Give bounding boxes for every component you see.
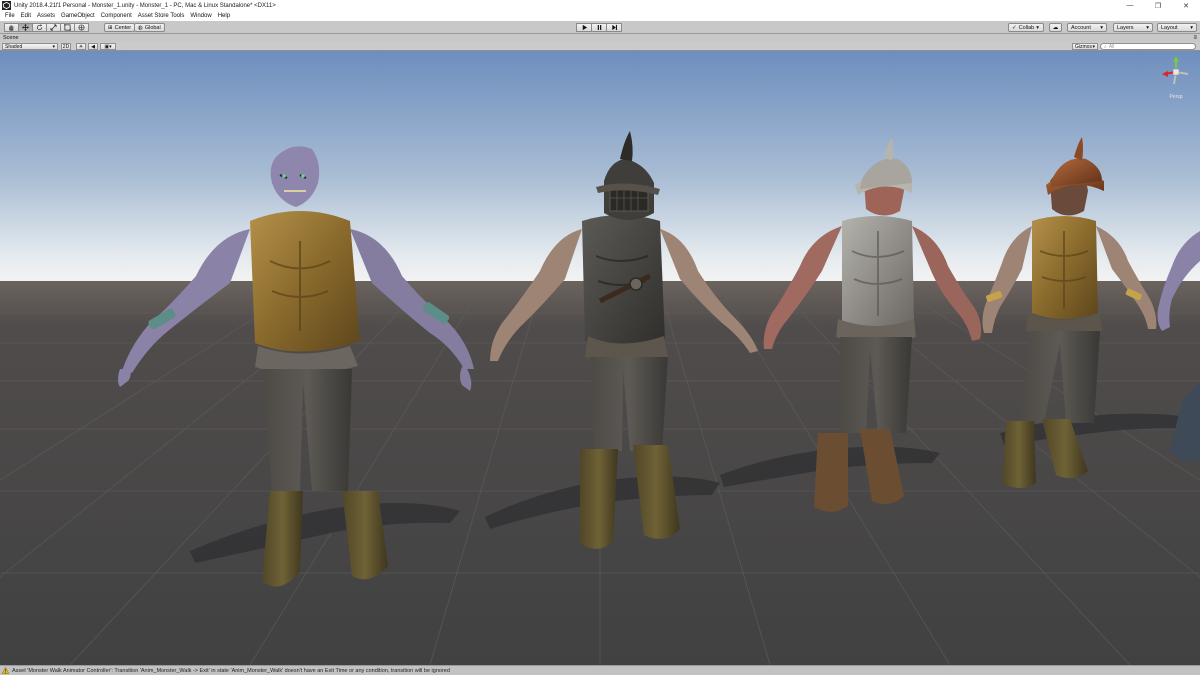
- layers-dropdown[interactable]: Layers ▾: [1113, 23, 1153, 32]
- menu-window[interactable]: Window: [187, 13, 214, 19]
- pause-button[interactable]: [591, 23, 607, 32]
- hand-tool-button[interactable]: [4, 23, 19, 32]
- image-icon: ▣▾: [104, 43, 112, 50]
- layers-label: Layers: [1117, 24, 1134, 31]
- menu-edit[interactable]: Edit: [18, 13, 34, 19]
- chevron-down-icon: ▾: [1190, 24, 1193, 31]
- menu-bar: File Edit Assets GameObject Component As…: [0, 11, 1200, 21]
- menu-gameobject[interactable]: GameObject: [58, 13, 98, 19]
- gizmos-label: Gizmos: [1075, 43, 1092, 50]
- transform-tools: [4, 23, 89, 32]
- warning-icon: [2, 667, 9, 674]
- light-icon: ☀: [78, 43, 84, 50]
- unity-logo-icon: [2, 1, 11, 10]
- account-label: Account: [1071, 24, 1091, 31]
- scale-icon: [50, 24, 57, 31]
- rotate-icon: [36, 24, 43, 31]
- pivot-center-toggle[interactable]: ⊞ Center: [104, 23, 136, 32]
- main-toolbar: ⊞ Center ◍ Global ✓ Collab ▾ ☁ Account ▾…: [0, 21, 1200, 34]
- cloud-services-button[interactable]: ☁: [1049, 23, 1062, 32]
- chevron-down-icon: ▾: [1036, 24, 1039, 31]
- menu-help[interactable]: Help: [215, 13, 233, 19]
- collab-label: Collab: [1018, 24, 1035, 31]
- rect-tool-button[interactable]: [60, 23, 75, 32]
- menu-component[interactable]: Component: [98, 13, 135, 19]
- play-button[interactable]: [576, 23, 592, 32]
- chevron-down-icon: ▾: [1092, 43, 1095, 50]
- step-button[interactable]: [606, 23, 622, 32]
- status-bar[interactable]: Asset 'Monster Walk Animator Controller'…: [0, 665, 1200, 675]
- collab-dropdown[interactable]: ✓ Collab ▾: [1008, 23, 1044, 32]
- scene-tab-row: Scene ≡: [0, 34, 1200, 42]
- cloud-check-icon: ✓: [1012, 24, 1017, 31]
- gizmos-dropdown[interactable]: Gizmos ▾: [1072, 43, 1098, 50]
- effects-dropdown[interactable]: ▣▾: [100, 43, 116, 50]
- pause-icon: [597, 25, 601, 30]
- scale-tool-button[interactable]: [46, 23, 61, 32]
- search-icon: ⌕: [1104, 43, 1107, 50]
- global-local-toggle[interactable]: ◍ Global: [134, 23, 165, 32]
- speaker-icon: ◀: [91, 43, 95, 50]
- step-icon: [611, 24, 617, 31]
- tab-menu-icon[interactable]: ≡: [1193, 35, 1197, 41]
- menu-assets[interactable]: Assets: [34, 13, 58, 19]
- layout-dropdown[interactable]: Layout ▾: [1157, 23, 1197, 32]
- window-controls: — ❐ ✕: [1116, 0, 1200, 11]
- rotate-tool-button[interactable]: [32, 23, 47, 32]
- rect-icon: [64, 24, 71, 31]
- account-dropdown[interactable]: Account ▾: [1067, 23, 1107, 32]
- chevron-down-icon: ▾: [1146, 24, 1149, 31]
- minimize-button[interactable]: —: [1116, 0, 1144, 11]
- chevron-down-icon: ▾: [1100, 24, 1103, 31]
- scene-control-bar: Shaded ▾ 2D ☀ ◀ ▣▾ Gizmos ▾ ⌕ All: [0, 42, 1200, 51]
- lighting-toggle[interactable]: ☀: [76, 43, 86, 50]
- chevron-down-icon: ▾: [52, 43, 55, 50]
- search-placeholder: All: [1108, 43, 1115, 50]
- layout-label: Layout: [1161, 24, 1178, 31]
- window-title: Unity 2018.4.21f1 Personal - Monster_1.u…: [14, 2, 276, 9]
- status-message: Asset 'Monster Walk Animator Controller'…: [12, 667, 450, 674]
- scene-viewport[interactable]: Persp: [0, 51, 1200, 665]
- pivot-label: Center: [114, 24, 132, 31]
- pivot-icon: ⊞: [108, 24, 113, 31]
- menu-asset-store-tools[interactable]: Asset Store Tools: [135, 13, 188, 19]
- orientation-gizmo[interactable]: Persp: [1158, 54, 1194, 104]
- transform-tool-button[interactable]: [74, 23, 89, 32]
- move-tool-button[interactable]: [18, 23, 33, 32]
- shading-mode-label: Shaded: [5, 43, 23, 50]
- title-bar: Unity 2018.4.21f1 Personal - Monster_1.u…: [0, 0, 1200, 11]
- projection-label[interactable]: Persp: [1169, 94, 1182, 100]
- menu-file[interactable]: File: [2, 13, 18, 19]
- play-controls: [576, 23, 622, 32]
- space-label: Global: [144, 24, 161, 31]
- cloud-icon: ☁: [1052, 24, 1059, 31]
- scene-render: [0, 51, 1200, 665]
- close-button[interactable]: ✕: [1172, 0, 1200, 11]
- audio-toggle[interactable]: ◀: [88, 43, 98, 50]
- hand-icon: [9, 25, 14, 31]
- transform-icon: [78, 24, 85, 31]
- move-icon: [22, 24, 29, 31]
- maximize-button[interactable]: ❐: [1144, 0, 1172, 11]
- 2d-toggle[interactable]: 2D: [61, 43, 71, 50]
- 2d-label: 2D: [62, 43, 70, 50]
- scene-search-input[interactable]: ⌕ All: [1100, 43, 1196, 50]
- play-icon: [582, 24, 587, 31]
- shading-mode-dropdown[interactable]: Shaded ▾: [2, 43, 58, 50]
- globe-icon: ◍: [138, 24, 143, 31]
- tab-scene[interactable]: Scene: [0, 35, 19, 41]
